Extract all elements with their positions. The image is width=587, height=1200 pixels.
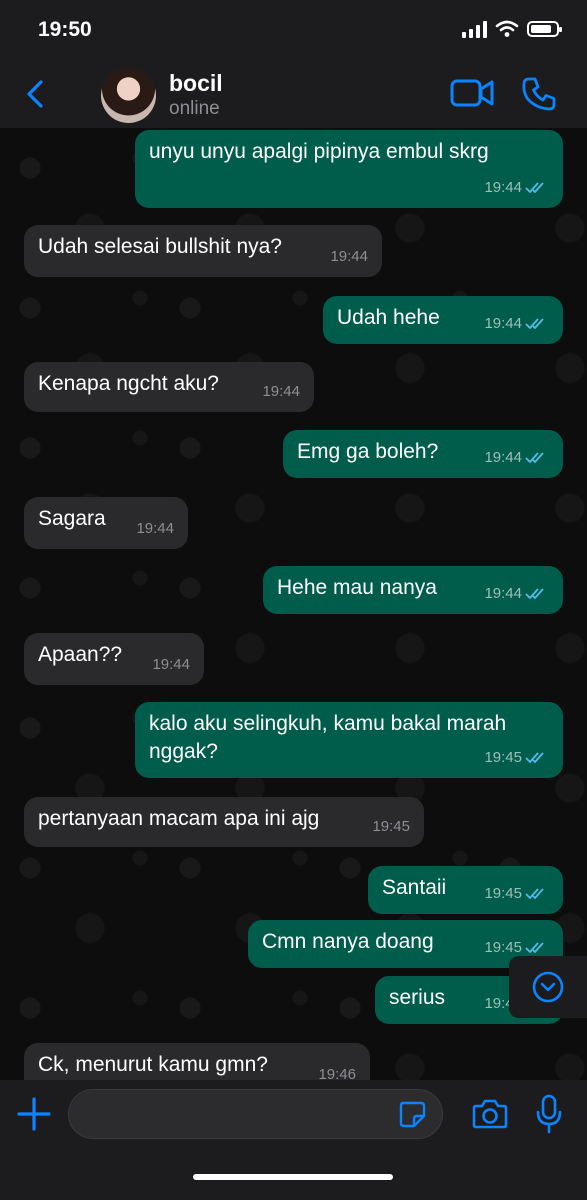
message-meta: 19:44 — [484, 580, 549, 608]
sticker-icon[interactable] — [398, 1100, 426, 1128]
video-camera-icon[interactable] — [450, 76, 495, 110]
contact-avatar[interactable] — [101, 68, 156, 123]
message-text: Ck, menurut kamu gmn? — [38, 1053, 268, 1076]
message-time: 19:44 — [484, 179, 522, 196]
message-meta: 19:44 — [484, 444, 549, 472]
message-time: 19:45 — [484, 885, 522, 902]
message-bubble-incoming[interactable]: Ck, menurut kamu gmn? 19:46 — [24, 1043, 370, 1080]
double-check-read-icon — [525, 888, 544, 900]
status-time: 19:50 — [38, 18, 92, 41]
microphone-icon[interactable] — [536, 1094, 562, 1134]
message-time: 19:44 — [136, 520, 174, 537]
chat-header: bocil online — [0, 60, 587, 128]
message-time: 19:46 — [318, 1066, 356, 1080]
message-composer — [0, 1080, 587, 1200]
message-time: 19:45 — [372, 818, 410, 835]
message-time: 19:44 — [484, 585, 522, 602]
message-bubble-incoming[interactable]: pertanyaan macam apa ini ajg 19:45 — [24, 797, 424, 847]
message-text: Udah selesai bullshit nya? — [38, 235, 282, 258]
message-text: pertanyaan macam apa ini ajg — [38, 807, 320, 830]
plus-icon[interactable] — [16, 1096, 52, 1132]
message-bubble-incoming[interactable]: Udah selesai bullshit nya? 19:44 — [24, 225, 382, 277]
message-time: 19:44 — [262, 383, 300, 400]
double-check-read-icon — [525, 588, 544, 600]
message-bubble-outgoing[interactable]: Hehe mau nanya 19:44 — [263, 566, 563, 614]
contact-name[interactable]: bocil — [169, 70, 223, 97]
message-time: 19:44 — [330, 248, 368, 265]
scroll-to-bottom-button[interactable] — [509, 956, 587, 1018]
message-time: 19:44 — [152, 656, 190, 673]
status-icons — [462, 20, 562, 38]
message-bubble-incoming[interactable]: Apaan?? 19:44 — [24, 633, 204, 685]
message-text: unyu unyu apalgi pipinya embul skrg — [149, 140, 489, 163]
message-bubble-incoming[interactable]: Kenapa ngcht aku? 19:44 — [24, 362, 314, 412]
phone-icon[interactable] — [521, 76, 557, 112]
message-bubble-outgoing[interactable]: Emg ga boleh? 19:44 — [283, 430, 563, 478]
back-chevron-icon[interactable] — [20, 74, 50, 114]
message-time: 19:44 — [484, 315, 522, 332]
message-time: 19:45 — [484, 749, 522, 766]
message-meta: 19:44 — [484, 174, 549, 202]
battery-icon — [527, 21, 562, 37]
status-bar: 19:50 — [0, 0, 587, 60]
message-meta: 19:45 — [484, 880, 549, 908]
wifi-icon — [495, 20, 519, 37]
message-bubble-outgoing[interactable]: unyu unyu apalgi pipinya embul skrg 19:4… — [135, 130, 563, 208]
message-time: 19:44 — [484, 449, 522, 466]
double-check-read-icon — [525, 182, 544, 194]
message-bubble-outgoing[interactable]: kalo aku selingkuh, kamu bakal marah ngg… — [135, 702, 563, 778]
message-meta: 19:45 — [484, 744, 549, 772]
message-meta: 19:44 — [484, 310, 549, 338]
double-check-read-icon — [525, 752, 544, 764]
contact-status: online — [169, 98, 220, 119]
cellular-signal-icon — [462, 20, 487, 38]
message-bubble-outgoing[interactable]: Santaii 19:45 — [368, 866, 563, 914]
message-bubble-outgoing[interactable]: Udah hehe 19:44 — [323, 296, 563, 344]
message-bubble-incoming[interactable]: Sagara 19:44 — [24, 497, 188, 549]
double-check-read-icon — [525, 942, 544, 954]
chat-area[interactable]: unyu unyu apalgi pipinya embul skrg 19:4… — [0, 128, 587, 1080]
double-check-read-icon — [525, 452, 544, 464]
home-indicator[interactable] — [193, 1174, 393, 1180]
chevron-down-circle-icon — [532, 971, 564, 1003]
camera-icon[interactable] — [472, 1098, 508, 1130]
double-check-read-icon — [525, 318, 544, 330]
message-text: Kenapa ngcht aku? — [38, 372, 219, 395]
message-input[interactable] — [68, 1089, 443, 1139]
